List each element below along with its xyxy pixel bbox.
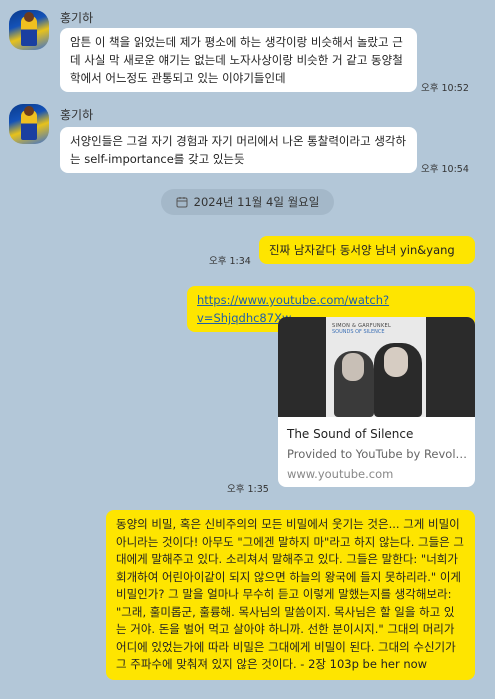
- message-time: 오후 10:54: [421, 164, 469, 175]
- album-cover: SIMON & GARFUNKEL SOUNDS OF SILENCE: [326, 317, 426, 417]
- preview-description: Provided to YouTube by Revolv...: [287, 447, 469, 461]
- message-time: 오후 1:34: [209, 256, 251, 267]
- preview-thumbnail[interactable]: SIMON & GARFUNKEL SOUNDS OF SILENCE: [278, 317, 475, 417]
- message-time: 오후 1:35: [227, 484, 269, 495]
- date-separator: 2024년 11월 4일 월요일: [161, 189, 334, 215]
- date-label: 2024년 11월 4일 월요일: [193, 195, 320, 209]
- album-subtitle: SOUNDS OF SILENCE: [332, 329, 385, 335]
- message-bubble[interactable]: 진짜 남자같다 동서양 남녀 yin&yang: [259, 236, 475, 264]
- avatar[interactable]: [9, 10, 49, 50]
- sender-name: 홍기하: [60, 108, 94, 122]
- link-preview-card[interactable]: SIMON & GARFUNKEL SOUNDS OF SILENCE The …: [278, 317, 475, 487]
- message-bubble[interactable]: 동양의 비밀, 혹은 신비주의의 모든 비밀에서 웃기는 것은... 그게 비밀…: [106, 510, 475, 680]
- avatar[interactable]: [9, 104, 49, 144]
- message-bubble[interactable]: 서양인들은 그걸 자기 경험과 자기 머리에서 나온 통찰력이라고 생각하는 s…: [60, 127, 417, 173]
- message-bubble[interactable]: 암튼 이 책을 읽었는데 제가 평소에 하는 생각이랑 비슷해서 놀랐고 근데 …: [60, 28, 417, 92]
- sender-name: 홍기하: [60, 11, 94, 25]
- preview-domain: www.youtube.com: [287, 467, 394, 481]
- calendar-icon: [176, 197, 188, 208]
- preview-title: The Sound of Silence: [287, 427, 414, 441]
- message-time: 오후 10:52: [421, 83, 469, 94]
